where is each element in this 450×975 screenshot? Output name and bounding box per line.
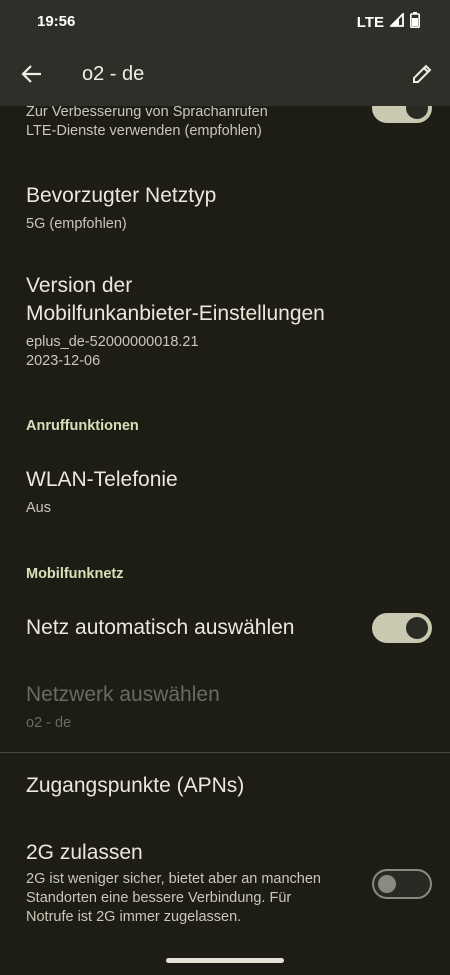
carrier-settings-item[interactable]: Version der Mobilfunkanbieter-Einstellun… <box>26 272 426 371</box>
battery-icon <box>410 12 420 32</box>
edit-button[interactable] <box>408 62 436 90</box>
preferred-network-item[interactable]: Bevorzugter Netztyp 5G (empfohlen) <box>26 182 426 234</box>
preferred-network-summary: 5G (empfohlen) <box>26 216 127 232</box>
pencil-icon <box>411 63 433 90</box>
allow-2g-toggle[interactable] <box>372 869 432 899</box>
carrier-settings-title-line1: Version der <box>26 274 133 297</box>
auto-select-network-item[interactable]: Netz automatisch auswählen <box>26 614 356 642</box>
section-header-calling: Anruffunktionen <box>26 418 139 434</box>
allow-2g-item[interactable]: 2G zulassen 2G ist weniger sicher, biete… <box>26 839 356 927</box>
auto-select-toggle-knob <box>406 617 428 639</box>
settings-list[interactable]: Zur Verbesserung von Sprachanrufen LTE-D… <box>0 106 450 975</box>
select-network-item: Netzwerk auswählen o2 - de <box>26 681 426 733</box>
auto-select-network-toggle[interactable] <box>372 613 432 643</box>
volte-toggle[interactable] <box>372 106 432 123</box>
volte-summary-line1: Zur Verbesserung von Sprachanrufen <box>26 106 268 120</box>
volte-summary-line2: LTE-Dienste verwenden (empfohlen) <box>26 123 262 139</box>
allow-2g-summary-line3: Notrufe ist 2G immer zugelassen. <box>26 909 242 925</box>
status-time: 19:56 <box>37 13 76 30</box>
wifi-calling-item[interactable]: WLAN-Telefonie Aus <box>26 466 426 518</box>
volte-toggle-knob <box>406 106 428 119</box>
divider <box>0 752 450 753</box>
page-title: o2 - de <box>82 63 145 85</box>
app-bar: o2 - de <box>0 46 450 106</box>
back-button[interactable] <box>18 62 46 90</box>
arrow-back-icon <box>21 63 43 90</box>
section-header-mobile-network: Mobilfunknetz <box>26 566 124 582</box>
select-network-summary: o2 - de <box>26 715 72 731</box>
status-bar: 19:56 LTE <box>0 0 450 46</box>
auto-select-network-title: Netz automatisch auswählen <box>26 616 295 639</box>
carrier-settings-summary-line1: eplus_de-52000000018.21 <box>26 334 199 350</box>
wifi-calling-title: WLAN-Telefonie <box>26 468 178 491</box>
home-indicator[interactable] <box>166 958 284 963</box>
allow-2g-summary-line1: 2G ist weniger sicher, bietet aber an ma… <box>26 871 321 887</box>
volte-item[interactable]: Zur Verbesserung von Sprachanrufen LTE-D… <box>26 106 426 141</box>
allow-2g-title: 2G zulassen <box>26 841 143 864</box>
allow-2g-summary-line2: Standorten eine bessere Verbindung. Für <box>26 890 292 906</box>
preferred-network-title: Bevorzugter Netztyp <box>26 184 217 207</box>
wifi-calling-summary: Aus <box>26 500 51 516</box>
network-type: LTE <box>356 13 384 31</box>
select-network-title: Netzwerk auswählen <box>26 683 220 706</box>
signal-icon <box>388 11 404 31</box>
carrier-settings-summary-line2: 2023-12-06 <box>26 353 101 369</box>
apn-title: Zugangspunkte (APNs) <box>26 774 245 797</box>
status-indicators: LTE <box>356 11 420 32</box>
carrier-settings-title-line2: Mobilfunkanbieter-Einstellungen <box>26 302 325 325</box>
apn-item[interactable]: Zugangspunkte (APNs) <box>26 772 426 800</box>
allow-2g-toggle-knob <box>378 875 396 893</box>
